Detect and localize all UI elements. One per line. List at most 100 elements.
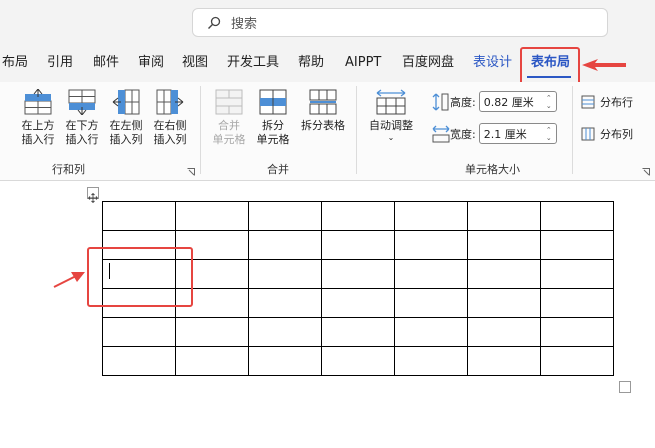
split-table-label: 拆分表格 — [301, 119, 345, 132]
table-cell[interactable] — [467, 317, 541, 347]
table-cell[interactable] — [175, 201, 249, 231]
dialog-launcher-icon[interactable] — [642, 168, 650, 176]
insert-right-line2: 插入列 — [153, 133, 187, 146]
group-separator — [356, 86, 357, 174]
height-input[interactable]: 0.82 厘米 ⌃ ⌄ — [478, 91, 557, 112]
dialog-launcher-icon[interactable] — [187, 168, 195, 176]
insert-left-line2: 插入列 — [109, 133, 143, 146]
search-box[interactable]: 搜索 — [192, 8, 608, 37]
autofit-button[interactable]: 自动调整 ⌄ — [362, 89, 420, 143]
tab-review[interactable]: 审阅 — [138, 54, 164, 72]
table-cell[interactable] — [321, 201, 395, 231]
autofit-icon — [376, 89, 406, 115]
tab-aippt[interactable]: AIPPT — [345, 54, 381, 72]
chevron-down-icon: ⌄ — [387, 133, 395, 142]
table-cell[interactable] — [394, 230, 468, 260]
group-label-merge: 合并 — [267, 163, 289, 176]
merge-cells-line2: 单元格 — [212, 133, 246, 146]
tab-mailings[interactable]: 邮件 — [93, 54, 119, 72]
insert-below-line2: 插入行 — [65, 133, 99, 146]
insert-below-button[interactable]: 在下方 插入行 — [62, 89, 102, 147]
spin-down-icon[interactable]: ⌄ — [546, 134, 552, 142]
insert-column-left-icon — [112, 89, 140, 115]
table-cell[interactable] — [321, 230, 395, 260]
tab-help[interactable]: 帮助 — [298, 54, 324, 72]
table-cell[interactable] — [102, 201, 176, 231]
column-width-icon — [432, 125, 450, 142]
table-cell[interactable] — [175, 317, 249, 347]
spin-up-icon[interactable]: ⌃ — [546, 94, 552, 102]
table-cell[interactable] — [467, 230, 541, 260]
tab-references[interactable]: 引用 — [47, 54, 73, 72]
table-cell[interactable] — [540, 346, 614, 376]
distribute-rows-button[interactable]: 分布行 — [581, 94, 633, 110]
group-separator — [200, 86, 201, 174]
table-cell[interactable] — [248, 201, 322, 231]
table-cell[interactable] — [394, 201, 468, 231]
width-input[interactable]: 2.1 厘米 ⌃ ⌄ — [478, 123, 557, 144]
highlight-box-tab — [520, 47, 580, 85]
insert-column-right-icon — [156, 89, 184, 115]
spin-down-icon[interactable]: ⌄ — [546, 102, 552, 110]
distribute-columns-icon — [581, 127, 595, 141]
split-cells-line1: 拆分 — [262, 119, 284, 132]
move-icon — [88, 193, 98, 203]
table-move-handle[interactable] — [87, 187, 99, 203]
table-cell[interactable] — [321, 259, 395, 289]
table-cell[interactable] — [394, 317, 468, 347]
tab-developer[interactable]: 开发工具 — [227, 54, 279, 72]
tab-view[interactable]: 视图 — [182, 54, 208, 72]
table-cell[interactable] — [248, 259, 322, 289]
width-spinner[interactable]: ⌃ ⌄ — [546, 126, 552, 142]
height-spinner[interactable]: ⌃ ⌄ — [546, 94, 552, 110]
tab-baidu-netdisk[interactable]: 百度网盘 — [402, 54, 454, 72]
table-cell[interactable] — [467, 201, 541, 231]
merge-cells-button[interactable]: 合并 单元格 — [207, 89, 251, 147]
table-cell[interactable] — [394, 346, 468, 376]
spin-up-icon[interactable]: ⌃ — [546, 126, 552, 134]
table-cell[interactable] — [248, 317, 322, 347]
split-cells-button[interactable]: 拆分 单元格 — [251, 89, 295, 147]
split-table-button[interactable]: 拆分表格 — [296, 89, 350, 133]
annotation-arrow-tab — [582, 59, 626, 71]
table-cell[interactable] — [175, 346, 249, 376]
table-cell[interactable] — [248, 346, 322, 376]
split-table-icon — [309, 89, 337, 115]
table-cell[interactable] — [467, 259, 541, 289]
height-value: 0.82 厘米 — [483, 95, 534, 109]
insert-row-below-icon — [68, 89, 96, 115]
group-label-rows-cols: 行和列 — [52, 163, 85, 176]
table-cell[interactable] — [321, 346, 395, 376]
width-label: 宽度: — [450, 127, 476, 141]
table-resize-handle[interactable] — [619, 381, 631, 393]
height-label: 高度: — [450, 95, 476, 109]
table-cell[interactable] — [540, 288, 614, 318]
row-height-icon — [432, 93, 449, 110]
distribute-columns-label: 分布列 — [600, 128, 633, 141]
table-cell[interactable] — [248, 230, 322, 260]
height-control: 高度: 0.82 厘米 ⌃ ⌄ — [432, 91, 557, 112]
table-cell[interactable] — [102, 317, 176, 347]
table-cell[interactable] — [102, 346, 176, 376]
table-row — [102, 201, 614, 231]
insert-left-button[interactable]: 在左侧 插入列 — [106, 89, 146, 147]
table-cell[interactable] — [394, 259, 468, 289]
table-cell[interactable] — [394, 288, 468, 318]
table-cell[interactable] — [540, 317, 614, 347]
autofit-label: 自动调整 — [369, 119, 413, 132]
tab-table-design[interactable]: 表设计 — [473, 54, 512, 72]
table-cell[interactable] — [540, 230, 614, 260]
table-cell[interactable] — [467, 288, 541, 318]
table-cell[interactable] — [321, 288, 395, 318]
insert-right-button[interactable]: 在右侧 插入列 — [150, 89, 190, 147]
table-cell[interactable] — [321, 317, 395, 347]
table-cell[interactable] — [540, 201, 614, 231]
table-cell[interactable] — [467, 346, 541, 376]
distribute-columns-button[interactable]: 分布列 — [581, 126, 633, 142]
table-cell[interactable] — [540, 259, 614, 289]
merge-cells-line1: 合并 — [218, 119, 240, 132]
table-row — [102, 346, 614, 376]
tab-layout[interactable]: 布局 — [2, 54, 28, 72]
table-cell[interactable] — [248, 288, 322, 318]
insert-above-button[interactable]: 在上方 插入行 — [18, 89, 58, 147]
